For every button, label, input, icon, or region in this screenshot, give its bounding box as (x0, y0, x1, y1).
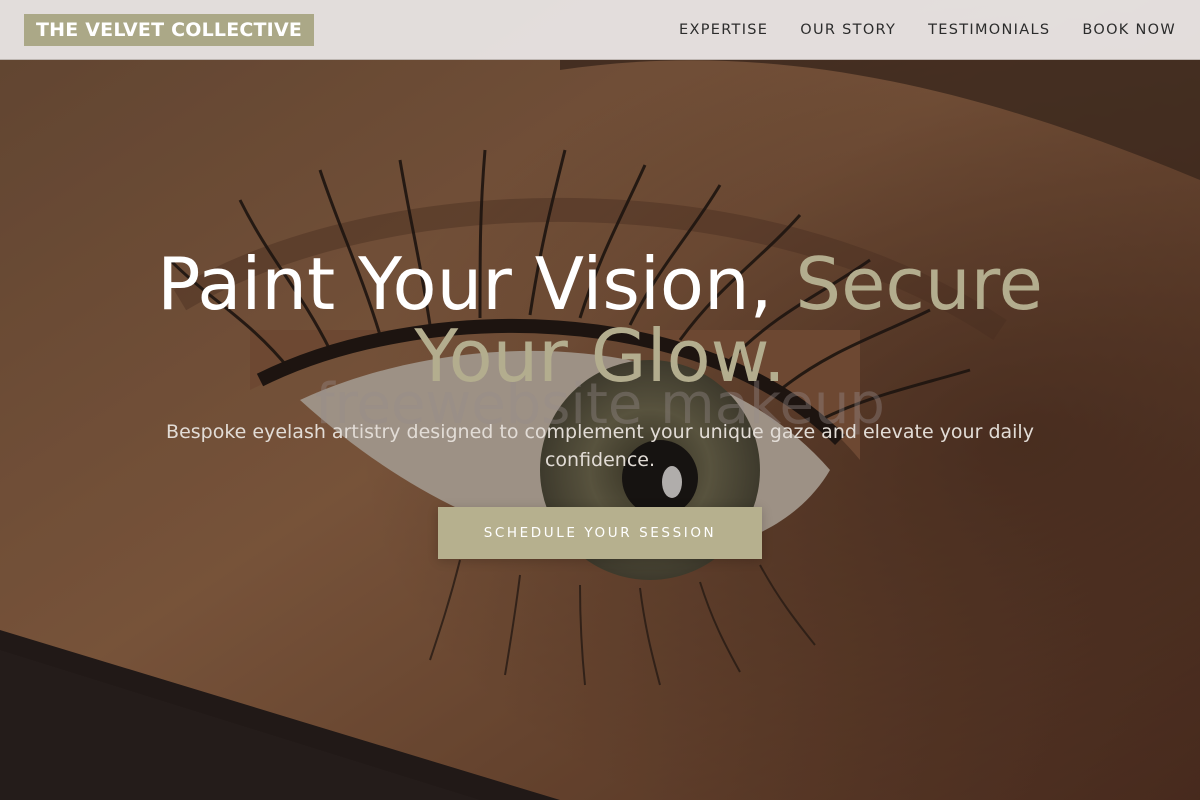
nav-link-testimonials[interactable]: TESTIMONIALS (928, 22, 1050, 38)
top-navbar: THE VELVET COLLECTIVE EXPERTISE OUR STOR… (0, 0, 1200, 60)
nav-links: EXPERTISE OUR STORY TESTIMONIALS BOOK NO… (679, 0, 1176, 60)
brand-logo[interactable]: THE VELVET COLLECTIVE (24, 14, 315, 46)
nav-link-expertise[interactable]: EXPERTISE (679, 22, 768, 38)
nav-link-our-story[interactable]: OUR STORY (800, 22, 896, 38)
hero-subtitle: Bespoke eyelash artistry designed to com… (166, 421, 1034, 471)
schedule-session-button[interactable]: SCHEDULE YOUR SESSION (438, 507, 762, 559)
hero-headline: Paint Your Vision, Secure Your Glow. (150, 248, 1050, 392)
landing-page: THE VELVET COLLECTIVE EXPERTISE OUR STOR… (0, 0, 1200, 800)
hero-section: Paint Your Vision, Secure Your Glow. Bes… (0, 248, 1200, 559)
nav-link-book-now[interactable]: BOOK NOW (1082, 22, 1176, 38)
